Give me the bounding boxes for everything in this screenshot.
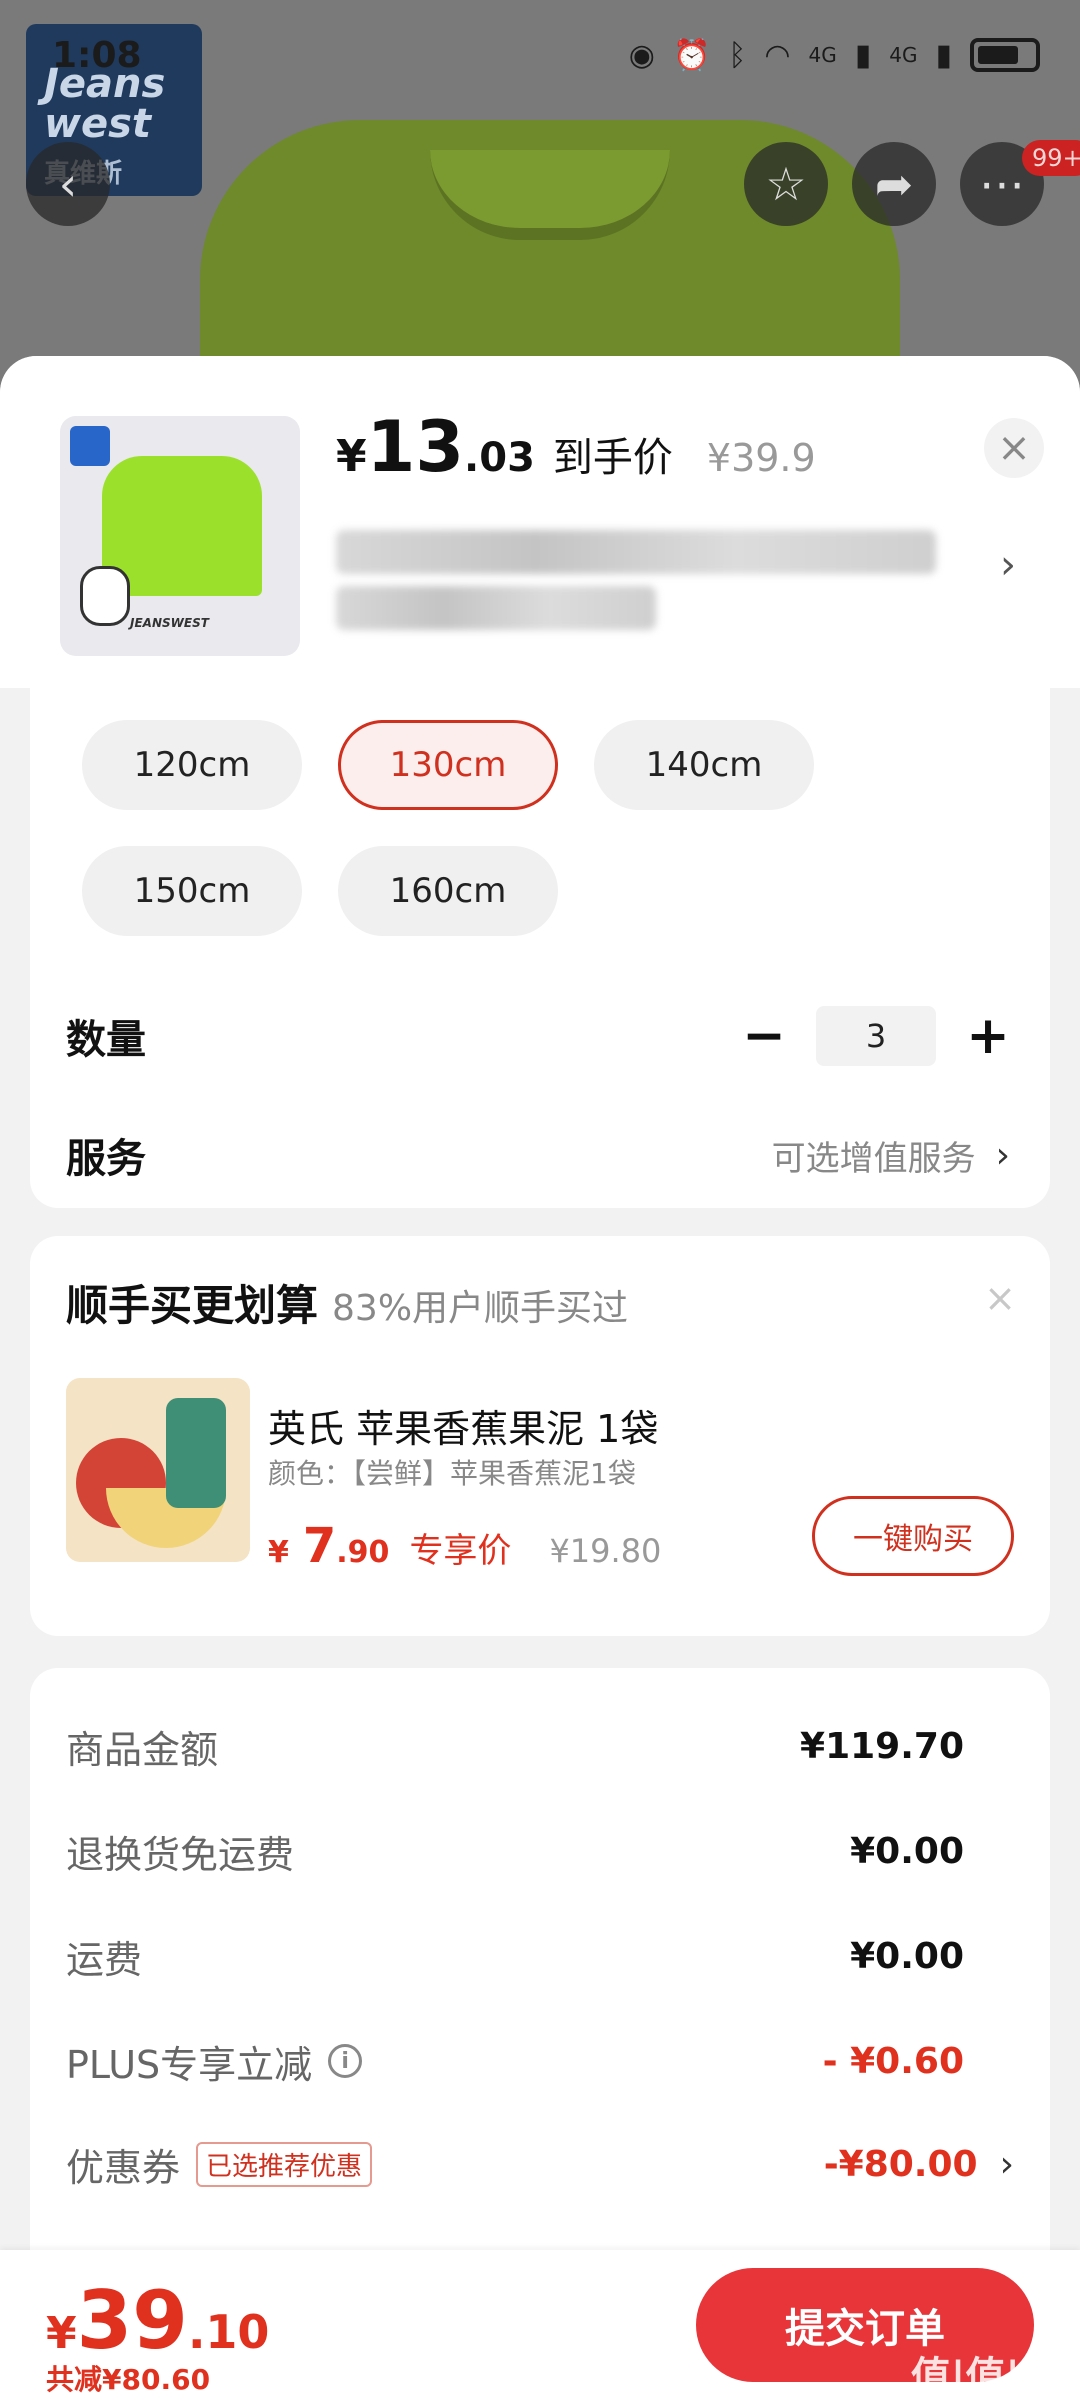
close-icon: × [997, 425, 1031, 471]
summary-label: 商品金额 [66, 1727, 219, 1772]
signal-icon: ▮ [854, 37, 872, 73]
info-icon[interactable]: i [328, 2044, 363, 2078]
watermark: 值|值|值 [910, 2354, 1060, 2400]
chevron-right-icon[interactable]: › [1000, 542, 1016, 588]
status-time: 1:08 [52, 34, 142, 76]
size-options: 120cm 130cm 140cm 150cm 160cm [82, 720, 902, 936]
spec-card: 120cm 130cm 140cm 150cm 160cm 数量 − 3 + 服… [30, 688, 1050, 1208]
original-price: ¥39.9 [706, 436, 816, 480]
chevron-right-icon: › [995, 1134, 1010, 1176]
summary-value: -¥80.00 [823, 2143, 978, 2185]
total-saved: 共减¥80.60 [46, 2363, 211, 2396]
network-label-2: 4G [889, 43, 918, 67]
favorite-button[interactable]: ☆ [744, 142, 828, 226]
upsell-original-price: ¥19.80 [549, 1532, 662, 1570]
alarm-icon: ⏰ [672, 37, 711, 73]
quantity-stepper: − 3 + [742, 1006, 1010, 1066]
final-price-label: 到手价 [552, 435, 673, 481]
selected-spec-blurred[interactable] [336, 530, 956, 640]
back-button[interactable]: ‹ [26, 142, 110, 226]
decrease-button[interactable]: − [742, 1006, 786, 1066]
final-price: ¥13.03 [336, 406, 535, 488]
summary-label: 运费 [66, 1937, 143, 1982]
upsell-title: 顺手买更划算 [66, 1281, 319, 1330]
upsell-price-label: 专享价 [409, 1531, 512, 1571]
one-click-buy-button[interactable]: 一键购买 [812, 1496, 1014, 1576]
quantity-input[interactable]: 3 [816, 1006, 936, 1066]
coupon-tag: 已选推荐优惠 [196, 2141, 373, 2187]
notification-badge: 99+ [1022, 140, 1080, 176]
signal-icon-2: ▮ [935, 37, 952, 73]
quantity-row: 数量 − 3 + [66, 1006, 1010, 1066]
size-option-150[interactable]: 150cm [82, 846, 302, 936]
status-bar: 1:08 ◉ ⏰ ᛒ ◠ 4G ▮ 4G ▮ [0, 0, 1080, 110]
astronaut-image [80, 566, 130, 626]
summary-row-goods-amount: 商品金额 ¥119.70 [66, 1716, 1014, 1776]
summary-label: PLUS专享立减 [66, 2042, 313, 2087]
upsell-item-name[interactable]: 英氏 苹果香蕉果泥 1袋 [268, 1398, 658, 1453]
sheet-header: JEANSWEST ¥13.03 到手价 ¥39.9 × › [0, 356, 1080, 688]
order-sheet: JEANSWEST ¥13.03 到手价 ¥39.9 × › 120cm 130… [0, 356, 1080, 2400]
pouch-image [166, 1398, 226, 1508]
eye-icon: ◉ [628, 37, 655, 73]
summary-value: - ¥0.60 [822, 2040, 964, 2082]
summary-label: 优惠券 [66, 2145, 181, 2190]
size-option-130-selected[interactable]: 130cm [338, 720, 558, 810]
summary-value: ¥0.00 [850, 1935, 964, 1977]
summary-row-shipping: 运费 ¥0.00 [66, 1926, 1014, 1986]
price-row: ¥13.03 到手价 ¥39.9 [336, 406, 816, 488]
star-icon: ☆ [765, 157, 807, 211]
increase-button[interactable]: + [966, 1006, 1010, 1066]
size-option-160[interactable]: 160cm [338, 846, 558, 936]
wifi-icon: ◠ [764, 37, 791, 73]
close-icon[interactable]: × [984, 1276, 1016, 1320]
thumbnail-brand-text: JEANSWEST [130, 616, 209, 630]
total-price: ¥39.10 [46, 2274, 270, 2367]
summary-value: ¥0.00 [850, 1830, 964, 1872]
close-button[interactable]: × [984, 418, 1044, 478]
brand-mini-logo [70, 426, 110, 466]
upsell-item-spec: 颜色：【尝鲜】苹果香蕉泥1袋 [268, 1457, 636, 1490]
summary-row-coupon[interactable]: 优惠券 已选推荐优惠 -¥80.00 › [66, 2134, 1014, 2194]
size-option-140[interactable]: 140cm [594, 720, 814, 810]
service-label: 服务 [66, 1136, 146, 1182]
upsell-subtitle: 83%用户顺手买过 [332, 1288, 629, 1329]
battery-icon [970, 38, 1040, 72]
upsell-card: 顺手买更划算 83%用户顺手买过 × 英氏 苹果香蕉果泥 1袋 颜色：【尝鲜】苹… [30, 1236, 1050, 1636]
upsell-item-image[interactable] [66, 1378, 250, 1562]
summary-label: 退换货免运费 [66, 1832, 295, 1877]
share-icon: ➦ [874, 157, 914, 211]
summary-row-plus-discount: PLUS专享立减 i - ¥0.60 [66, 2031, 1014, 2091]
summary-row-return-shipping: 退换货免运费 ¥0.00 [66, 1821, 1014, 1881]
more-icon: ⋯ [979, 157, 1025, 211]
upsell-item: 英氏 苹果香蕉果泥 1袋 颜色：【尝鲜】苹果香蕉泥1袋 ¥7.90 专享价 ¥1… [66, 1378, 1014, 1578]
chevron-right-icon: › [999, 2143, 1014, 2185]
chevron-left-icon: ‹ [58, 157, 78, 211]
product-thumbnail[interactable]: JEANSWEST [60, 416, 300, 656]
service-row[interactable]: 服务 可选增值服务 › [66, 1126, 1010, 1184]
share-button[interactable]: ➦ [852, 142, 936, 226]
quantity-label: 数量 [66, 1017, 146, 1063]
service-value: 可选增值服务 [771, 1138, 976, 1179]
upsell-price: ¥7.90 专享价 ¥19.80 [268, 1518, 662, 1574]
summary-card: 商品金额 ¥119.70 退换货免运费 ¥0.00 运费 ¥0.00 PLUS专… [30, 1668, 1050, 2288]
bluetooth-icon: ᛒ [728, 37, 747, 73]
summary-value: ¥119.70 [800, 1725, 964, 1767]
size-option-120[interactable]: 120cm [82, 720, 302, 810]
network-label: 4G [808, 43, 837, 67]
